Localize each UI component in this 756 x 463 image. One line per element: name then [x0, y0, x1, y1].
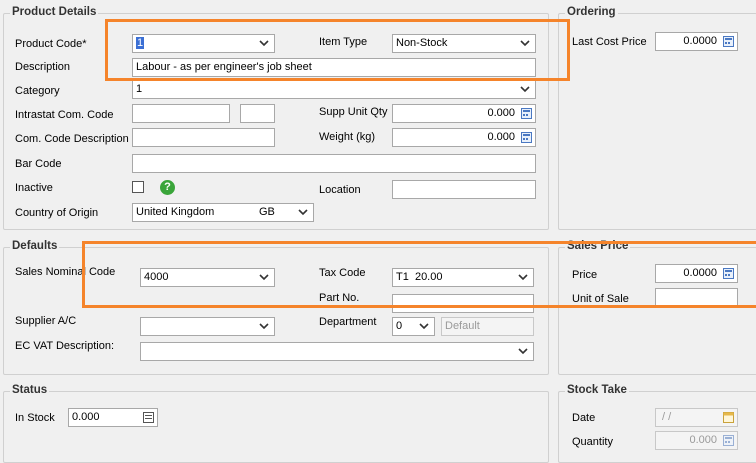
- stock-take-title: Stock Take: [565, 384, 629, 396]
- intrastat-extra-input[interactable]: [240, 104, 275, 123]
- category-label: Category: [15, 85, 60, 97]
- com-code-desc-input[interactable]: [132, 128, 275, 147]
- quantity-input: 0.000: [655, 431, 738, 450]
- supp-unit-qty-value: 0.000: [487, 107, 515, 119]
- defaults-title: Defaults: [10, 240, 60, 252]
- calculator-icon[interactable]: [723, 36, 734, 47]
- department-name-input: Default: [441, 317, 534, 336]
- supplier-label: Supplier A/C: [15, 315, 77, 327]
- date-value: / /: [659, 411, 672, 423]
- chevron-down-icon[interactable]: [518, 81, 532, 98]
- intrastat-code-input[interactable]: [132, 104, 230, 123]
- category-value: 1: [136, 83, 143, 95]
- location-input[interactable]: [392, 180, 536, 199]
- product-code-label: Product Code*: [15, 38, 87, 50]
- ec-vat-label: EC VAT Description:: [15, 340, 115, 352]
- stock-take-group: Stock Take: [558, 384, 756, 463]
- status-group: Status: [3, 384, 549, 463]
- description-label: Description: [15, 61, 71, 73]
- country-label: Country of Origin: [15, 207, 99, 219]
- in-stock-label: In Stock: [15, 412, 55, 424]
- chevron-down-icon[interactable]: [516, 343, 530, 360]
- ec-vat-select[interactable]: [140, 342, 534, 361]
- supplier-select[interactable]: [140, 317, 275, 336]
- in-stock-input: 0.000: [68, 408, 158, 427]
- chevron-down-icon[interactable]: [296, 204, 310, 221]
- chevron-down-icon[interactable]: [417, 318, 431, 335]
- calculator-icon[interactable]: [521, 132, 532, 143]
- last-cost-price-input[interactable]: 0.0000: [655, 32, 738, 51]
- weight-label: Weight (kg): [319, 131, 376, 143]
- department-label: Department: [319, 316, 377, 328]
- category-select[interactable]: 1: [132, 80, 536, 99]
- department-placeholder: Default: [445, 320, 480, 332]
- ordering-title: Ordering: [565, 6, 618, 18]
- location-label: Location: [319, 184, 361, 196]
- quantity-label: Quantity: [572, 436, 613, 448]
- bar-code-label: Bar Code: [15, 158, 62, 170]
- in-stock-value: 0.000: [72, 411, 100, 423]
- chevron-down-icon[interactable]: [257, 318, 271, 335]
- com-code-desc-label: Com. Code Description: [15, 133, 129, 145]
- calculator-icon: [723, 435, 734, 446]
- calendar-icon: [723, 412, 734, 423]
- country-value: United Kingdom: [136, 206, 215, 218]
- country-code: GB: [259, 206, 275, 218]
- last-cost-price-label: Last Cost Price: [572, 36, 647, 48]
- intrastat-label: Intrastat Com. Code: [15, 109, 114, 121]
- weight-value: 0.000: [487, 131, 515, 143]
- highlight-box-product-code: [105, 19, 570, 81]
- weight-input[interactable]: 0.000: [392, 128, 536, 147]
- product-details-title: Product Details: [10, 6, 99, 18]
- bar-code-input[interactable]: [132, 154, 536, 173]
- calculator-icon[interactable]: [521, 108, 532, 119]
- date-input: / /: [655, 408, 738, 427]
- supp-unit-qty-input[interactable]: 0.000: [392, 104, 536, 123]
- quantity-value: 0.000: [689, 434, 717, 446]
- department-select[interactable]: 0: [392, 317, 435, 336]
- last-cost-price-value: 0.0000: [683, 35, 717, 47]
- supp-unit-qty-label: Supp Unit Qty: [319, 106, 388, 118]
- country-select[interactable]: United Kingdom GB: [132, 203, 314, 222]
- inactive-label: Inactive: [15, 182, 53, 194]
- highlight-box-nominal-tax: [82, 241, 756, 308]
- department-value: 0: [396, 320, 403, 332]
- status-title: Status: [10, 384, 50, 396]
- inactive-checkbox[interactable]: [132, 181, 144, 193]
- details-icon[interactable]: [143, 412, 154, 423]
- date-label: Date: [572, 412, 596, 424]
- help-icon[interactable]: ?: [160, 180, 175, 195]
